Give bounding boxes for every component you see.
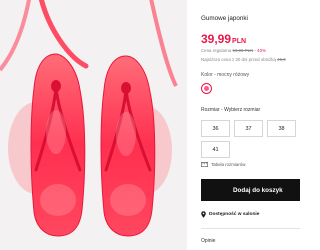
ruler-icon	[201, 162, 208, 167]
size-option-38[interactable]: 38	[267, 120, 296, 137]
location-pin-icon	[201, 211, 206, 218]
color-label: Kolor - mocny różowy	[201, 72, 250, 78]
color-label-text: Kolor	[201, 72, 213, 78]
lowest-price-line: Najniższa cena z 30 dni przed obniżką 46…	[201, 57, 286, 62]
color-swatch-dot	[204, 86, 209, 91]
product-title: Gumowe japonki	[201, 15, 248, 22]
product-photo	[0, 0, 178, 237]
size-choose-text: Wybierz rozmiar	[224, 107, 261, 113]
regular-price-label: Cena regularna	[201, 48, 232, 53]
size-label-text: Rozmiar	[201, 107, 220, 113]
product-details-panel: Gumowe japonki 39,99PLN Cena regularna 5…	[187, 0, 300, 250]
price-currency: PLN	[232, 38, 247, 45]
product-price: 39,99PLN	[201, 32, 246, 46]
store-availability-link[interactable]: Dostępność w salonie	[209, 212, 259, 217]
regular-price-value: 59,99 PLN	[232, 48, 254, 53]
size-guide-link[interactable]: Tabela rozmiarów	[211, 162, 245, 167]
size-label: Rozmiar - Wybierz rozmiar	[201, 107, 261, 113]
size-option-36[interactable]: 36	[201, 120, 230, 137]
discount-badge: - 40%	[254, 48, 266, 53]
lowest-price-label: Najniższa cena z 30 dni przed obniżką	[201, 57, 276, 62]
size-option-37[interactable]: 37	[234, 120, 263, 137]
price-value: 39,99	[201, 32, 232, 46]
product-image-gallery[interactable]	[0, 0, 187, 250]
section-divider	[201, 228, 300, 229]
size-option-41[interactable]: 41	[201, 141, 230, 158]
add-to-cart-button[interactable]: Dodaj do koszyk	[201, 179, 300, 201]
lowest-price-value: 46,9	[277, 57, 286, 62]
color-value: mocny różowy	[217, 72, 250, 78]
color-swatch[interactable]	[201, 83, 212, 94]
regular-price-line: Cena regularna 59,99 PLN - 40%	[201, 48, 266, 53]
reviews-section-toggle[interactable]: Opinie	[201, 238, 215, 244]
